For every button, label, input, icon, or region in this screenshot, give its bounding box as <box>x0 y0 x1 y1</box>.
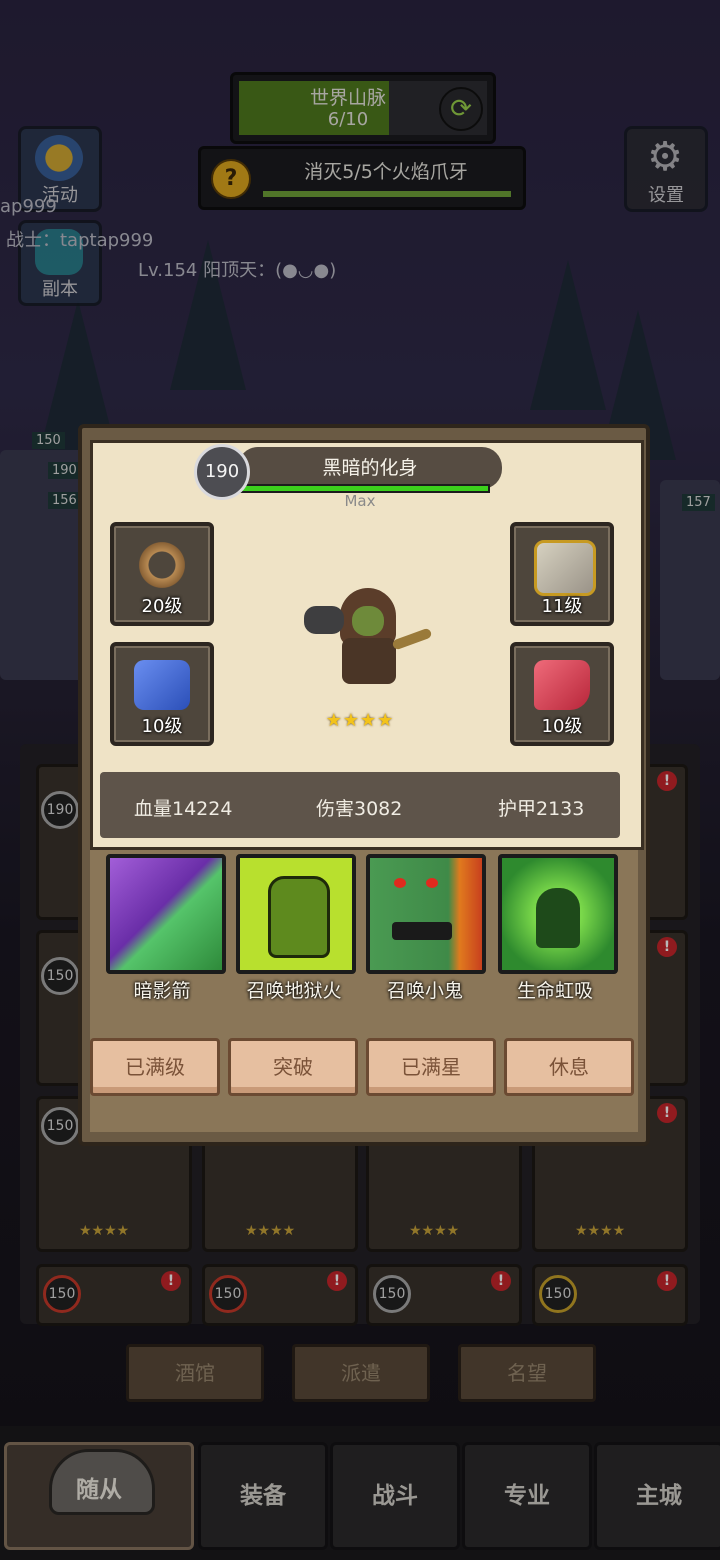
breakthrough-button[interactable]: 突破 <box>228 1038 358 1096</box>
cloak-icon <box>134 660 190 710</box>
stat-hp: 血量14224 <box>134 798 233 820</box>
game-screen: 世界山脉 6/10 ⟳ ? 消灭5/5个火焰爪牙 活动 副本 ⚙ 设置 ap99… <box>0 0 720 1560</box>
equip-slot-ring[interactable]: 20级 <box>110 522 214 626</box>
skill-label: 生命虹吸 <box>516 980 593 1002</box>
equip-slot-bracer[interactable]: 11级 <box>510 522 614 626</box>
boots-icon <box>534 660 590 710</box>
stat-armor: 护甲2133 <box>498 798 585 820</box>
hero-level-badge: 190 <box>194 444 250 500</box>
exp-max-label: Max <box>344 492 376 510</box>
max-star-button[interactable]: 已满星 <box>366 1038 496 1096</box>
imp-icon <box>370 858 482 970</box>
hero-portrait <box>296 566 436 696</box>
equip-level: 11级 <box>541 596 583 617</box>
equip-level: 10级 <box>141 716 183 737</box>
skill-label: 暗影箭 <box>133 980 191 1002</box>
infernal-icon <box>240 858 352 970</box>
bracer-icon <box>534 540 596 596</box>
stat-damage: 伤害3082 <box>316 798 403 820</box>
hero-exp-fill <box>232 486 488 491</box>
skill-label: 召唤地狱火 <box>246 980 342 1002</box>
skill-shadow-bolt[interactable] <box>106 854 226 974</box>
equip-slot-cloak[interactable]: 10级 <box>110 642 214 746</box>
equip-slot-boots[interactable]: 10级 <box>510 642 614 746</box>
hero-name: 黑暗的化身 <box>238 447 502 489</box>
hero-stats-bar: 血量14224 伤害3082 护甲2133 <box>100 772 620 838</box>
skill-summon-imp[interactable] <box>366 854 486 974</box>
max-level-button[interactable]: 已满级 <box>90 1038 220 1096</box>
equip-level: 10级 <box>541 716 583 737</box>
shadow-bolt-icon <box>110 858 222 970</box>
ring-icon <box>134 540 190 590</box>
rest-button[interactable]: 休息 <box>504 1038 634 1096</box>
skill-life-drain[interactable] <box>498 854 618 974</box>
hero-stars: ★★★★ <box>325 710 395 731</box>
life-drain-icon <box>502 858 614 970</box>
equip-level: 20级 <box>141 596 183 617</box>
skill-summon-infernal[interactable] <box>236 854 356 974</box>
skill-label: 召唤小鬼 <box>386 980 463 1002</box>
